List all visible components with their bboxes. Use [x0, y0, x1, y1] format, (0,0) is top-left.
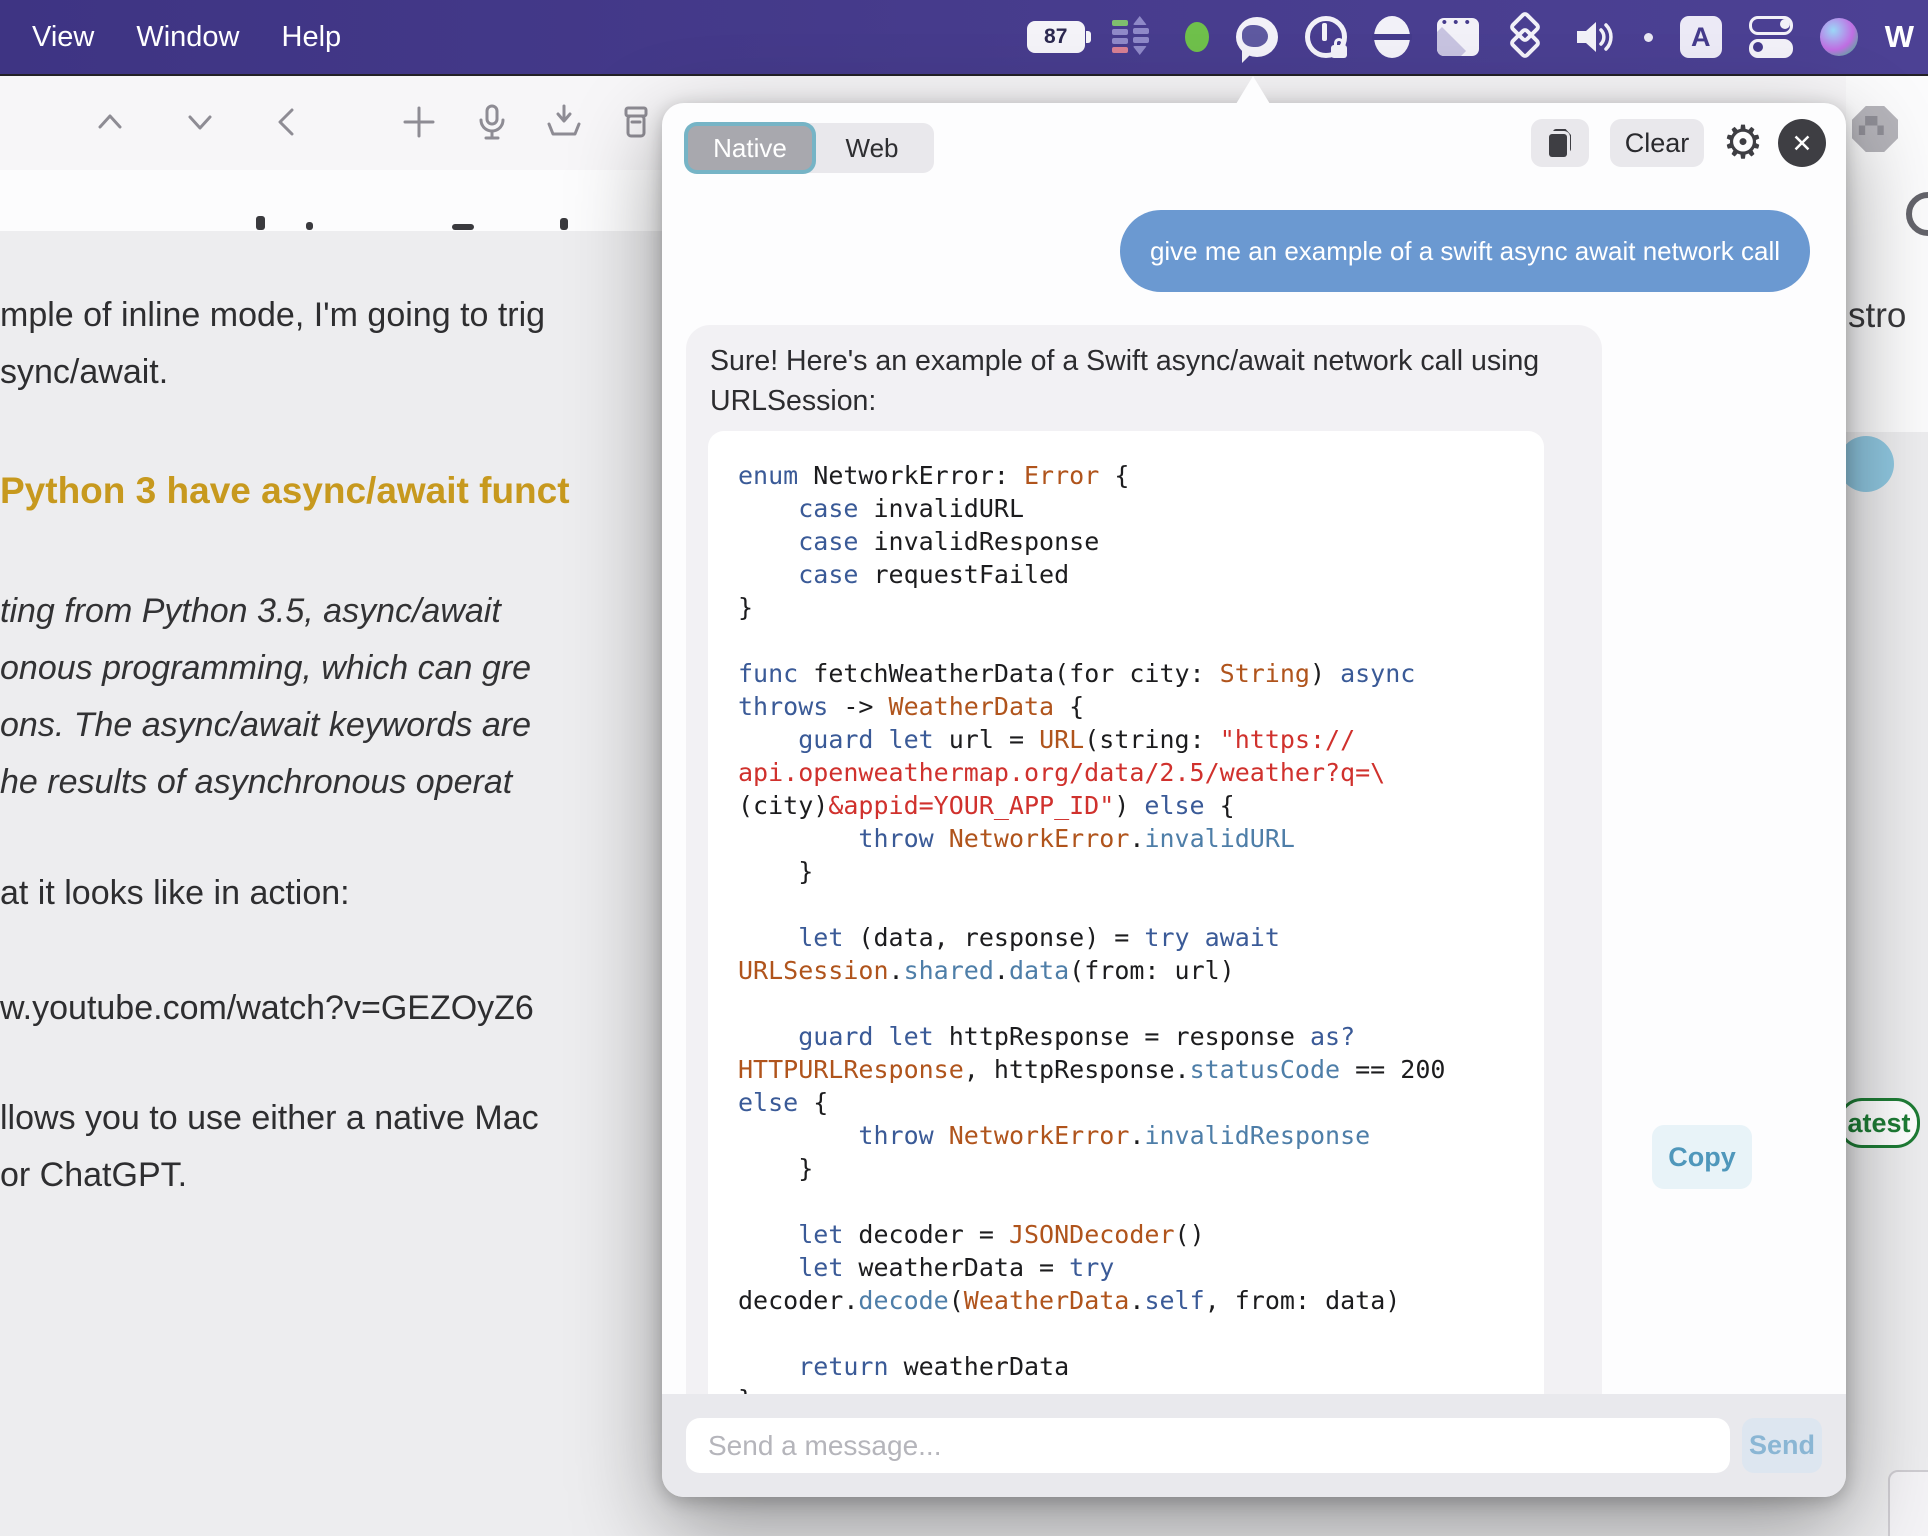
composer-footer: Send: [662, 1394, 1846, 1497]
plus-icon[interactable]: [397, 100, 441, 144]
code-line: return weatherData: [798, 1352, 1070, 1381]
settings-gear-icon[interactable]: ⚙: [1718, 117, 1768, 167]
menu-item-view[interactable]: View: [32, 21, 94, 54]
latest-badge: atest: [1838, 1098, 1920, 1148]
activity-bars-icon[interactable]: [1111, 16, 1158, 58]
article-line: onous programming, which can gre: [0, 649, 532, 687]
article-line: at it looks like in action:: [0, 874, 350, 912]
article-line: llows you to use either a native Mac: [0, 1099, 539, 1137]
tab-web[interactable]: Web: [812, 126, 932, 170]
article-line: w.youtube.com/watch?v=GEZOyZ6: [0, 989, 534, 1027]
code-line: else {: [738, 1088, 829, 1117]
code-line: HTTPURLResponse, httpResponse.statusCode…: [738, 1055, 1446, 1084]
mode-segmented-control: Native Web: [686, 123, 934, 173]
code-line: let (data, response) = try await: [798, 923, 1280, 952]
code-line: (city)&appid=YOUR_APP_ID") else {: [738, 791, 1235, 820]
status-tray: 87 A W: [1026, 10, 1928, 63]
documents-icon: [1549, 129, 1571, 157]
code-line: }: [738, 593, 754, 622]
clipped-text-fragment: [256, 216, 265, 230]
volume-icon[interactable]: [1573, 17, 1617, 57]
chat-popup: Native Web Clear ⚙ ✕ give me an example …: [662, 103, 1846, 1497]
copy-conversation-button[interactable]: [1531, 119, 1589, 167]
article-line: ting from Python 3.5, async/await: [0, 592, 501, 630]
password-lock-icon[interactable]: [1304, 16, 1347, 58]
code-block: enum NetworkError: Error { case invalidU…: [708, 431, 1544, 1394]
trash-icon[interactable]: [614, 100, 658, 144]
code-line: decoder.decode(WeatherData.self, from: d…: [738, 1286, 1401, 1315]
code-line: throw NetworkError.invalidResponse: [858, 1121, 1371, 1150]
code-line: }: [738, 1383, 1514, 1394]
code-line: case invalidURL: [798, 494, 1025, 523]
code-line: case invalidResponse: [798, 527, 1100, 556]
menu-item-help[interactable]: Help: [282, 21, 342, 54]
menu-items: View Window Help: [0, 21, 341, 54]
notes-icon[interactable]: [1436, 18, 1479, 56]
code-line: URLSession.shared.data(from: url): [738, 956, 1235, 985]
menu-item-window[interactable]: Window: [136, 21, 239, 54]
clipped-text-fragment: [452, 224, 474, 230]
code-line: }: [738, 857, 814, 886]
dot-icon: [1643, 32, 1653, 42]
pill-icon[interactable]: [1371, 16, 1412, 58]
w-app-icon[interactable]: W: [1885, 19, 1914, 55]
article-line: he results of asynchronous operat: [0, 763, 513, 801]
message-list: give me an example of a swift async awai…: [662, 180, 1846, 1394]
code-line: guard let url = URL(string: "https://: [798, 725, 1356, 754]
control-center-icon[interactable]: [1748, 16, 1793, 58]
clipped-text-fragment: [306, 222, 313, 230]
code-line: let decoder = JSONDecoder(): [798, 1220, 1205, 1249]
astro-text-fragment: stro: [1848, 296, 1907, 335]
message-input[interactable]: [686, 1418, 1730, 1473]
green-status-dot-icon[interactable]: [1184, 22, 1209, 52]
user-message-bubble: give me an example of a swift async awai…: [1119, 210, 1810, 292]
copy-code-button[interactable]: Copy: [1652, 1125, 1752, 1189]
tab-native[interactable]: Native: [688, 126, 812, 170]
menu-bar: View Window Help 87 A W: [0, 0, 1928, 74]
chevron-down-icon[interactable]: [178, 100, 222, 144]
code-line: throws -> WeatherData {: [738, 692, 1085, 721]
extension-octagon-icon[interactable]: [1852, 106, 1898, 152]
layers-icon[interactable]: [1506, 10, 1546, 60]
siri-icon[interactable]: [1819, 18, 1858, 56]
clipped-text-fragment: [560, 218, 568, 230]
code-line: case requestFailed: [798, 560, 1070, 589]
microphone-icon[interactable]: [470, 100, 514, 144]
blue-circle-graphic: [1838, 436, 1894, 492]
close-icon[interactable]: ✕: [1778, 119, 1826, 167]
battery-percent: 87: [1044, 25, 1068, 48]
back-icon[interactable]: [265, 100, 309, 144]
article-line: Python 3 have async/await funct: [0, 470, 570, 511]
window-top-border: [0, 74, 1928, 76]
inbox-down-icon[interactable]: [542, 100, 586, 144]
article-line: sync/await.: [0, 353, 169, 391]
article-line: mple of inline mode, I'm going to trig: [0, 296, 546, 334]
battery-icon[interactable]: 87: [1026, 21, 1091, 53]
chevron-up-icon[interactable]: [88, 100, 132, 144]
code-line: guard let httpResponse = response as?: [798, 1022, 1356, 1051]
article-line: or ChatGPT.: [0, 1156, 188, 1194]
send-button[interactable]: Send: [1742, 1418, 1822, 1473]
assistant-message-bubble: Sure! Here's an example of a Swift async…: [686, 325, 1602, 1394]
chat-bubble-icon[interactable]: [1235, 17, 1278, 63]
code-line: func fetchWeatherData(for city: String) …: [738, 659, 1416, 688]
input-source-a-icon[interactable]: A: [1679, 16, 1722, 58]
code-line: throw NetworkError.invalidURL: [858, 824, 1295, 853]
assistant-intro-text: Sure! Here's an example of a Swift async…: [710, 345, 1540, 417]
code-line: let weatherData = try: [798, 1253, 1115, 1282]
article-line: ons. The async/await keywords are: [0, 706, 532, 744]
background-window-corner: [1888, 1470, 1928, 1536]
code-line: api.openweathermap.org/data/2.5/weather?…: [738, 758, 1386, 787]
clear-button[interactable]: Clear: [1610, 119, 1704, 167]
code-line: enum NetworkError: Error {: [738, 461, 1130, 490]
code-line: }: [738, 1154, 814, 1183]
